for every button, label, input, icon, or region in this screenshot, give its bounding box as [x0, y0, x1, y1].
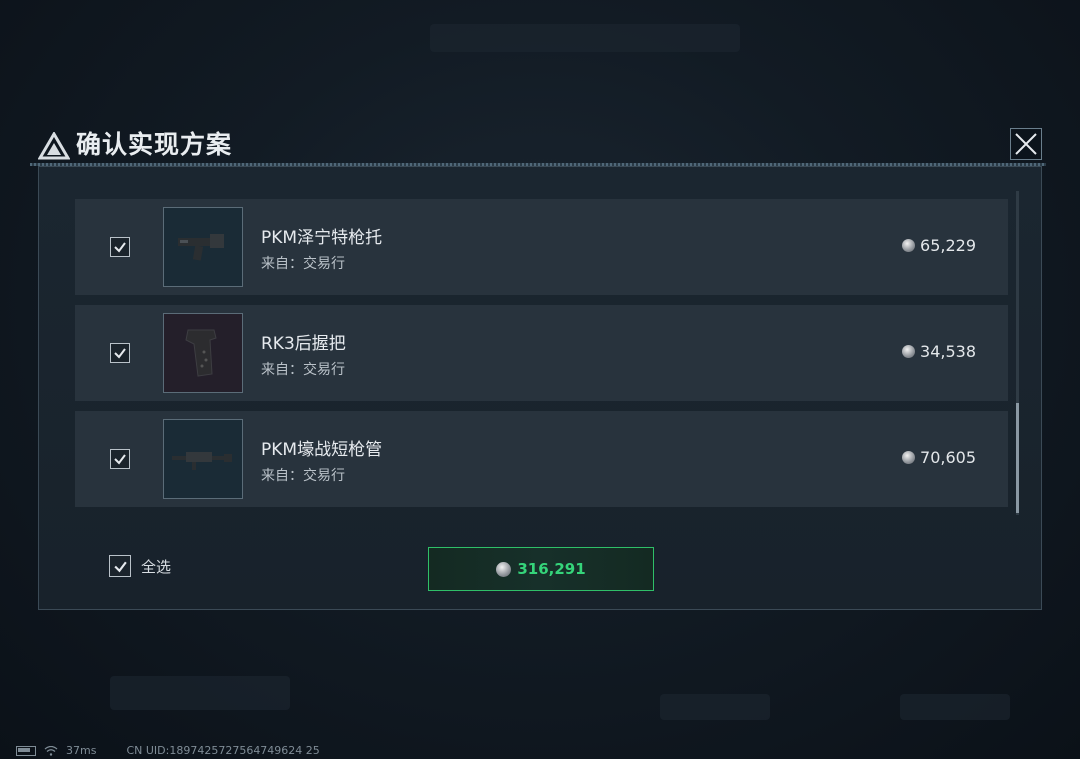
total-price: 316,291: [517, 560, 586, 578]
checkmark-icon: [114, 242, 126, 253]
checkmark-icon: [114, 454, 126, 465]
item-thumbnail: [163, 313, 243, 393]
item-checkbox[interactable]: [110, 343, 130, 363]
battery-icon: [16, 745, 36, 756]
delta-logo-icon: [38, 132, 70, 160]
close-button[interactable]: [1010, 128, 1042, 160]
select-all-toggle[interactable]: 全选: [109, 555, 171, 577]
list-item[interactable]: PKM泽宁特枪托 来自：交易行 65,229: [75, 199, 1008, 295]
item-source: 来自：交易行: [261, 256, 345, 272]
item-list: PKM泽宁特枪托 来自：交易行 65,229 RK3后握把 来自：交易行 34,…: [75, 199, 1008, 539]
status-bar: 37ms CN UID:1897425727564749624 25: [16, 744, 320, 757]
item-price: 65,229: [902, 236, 976, 255]
item-name: PKM壕战短枪管: [261, 440, 383, 460]
list-item[interactable]: PKM壕战短枪管 来自：交易行 70,605: [75, 411, 1008, 507]
item-thumbnail: [163, 207, 243, 287]
dialog-header: 确认实现方案: [30, 126, 1046, 166]
coin-icon: [902, 345, 916, 358]
item-checkbox[interactable]: [110, 237, 130, 257]
background-blur-block: [900, 694, 1010, 720]
background-blur-block: [660, 694, 770, 720]
price-value: 34,538: [920, 342, 976, 361]
checkmark-icon: [113, 561, 127, 572]
select-all-label: 全选: [141, 557, 172, 576]
list-item[interactable]: RK3后握把 来自：交易行 34,538: [75, 305, 1008, 401]
dialog-title: 确认实现方案: [76, 130, 233, 159]
item-price: 70,605: [902, 448, 976, 467]
item-checkbox[interactable]: [110, 449, 130, 469]
scrollbar-thumb[interactable]: [1016, 403, 1019, 513]
item-source: 来自：交易行: [261, 468, 345, 484]
short-barrel-icon: [172, 452, 232, 470]
item-name: RK3后握把: [261, 334, 346, 354]
item-name: PKM泽宁特枪托: [261, 228, 383, 248]
rifle-stock-icon: [178, 234, 224, 261]
pistol-grip-icon: [185, 329, 217, 377]
coin-icon: [902, 451, 916, 464]
item-source: 来自：交易行: [261, 362, 345, 378]
dialog-panel: PKM泽宁特枪托 来自：交易行 65,229 RK3后握把 来自：交易行 34,…: [38, 166, 1042, 610]
checkmark-icon: [114, 348, 126, 359]
confirm-purchase-button[interactable]: 316,291: [428, 547, 654, 591]
ping-value: 37ms: [66, 744, 97, 757]
coin-icon: [902, 239, 916, 252]
background-blur-block: [430, 24, 740, 52]
wifi-icon: [44, 745, 58, 756]
background-blur-block: [110, 676, 290, 710]
price-value: 65,229: [920, 236, 976, 255]
item-price: 34,538: [902, 342, 976, 361]
item-thumbnail: [163, 419, 243, 499]
close-icon: [1015, 133, 1037, 155]
select-all-checkbox[interactable]: [109, 555, 131, 577]
price-value: 70,605: [920, 448, 976, 467]
uid-text: CN UID:1897425727564749624 25: [126, 744, 320, 757]
coin-icon: [496, 561, 512, 577]
